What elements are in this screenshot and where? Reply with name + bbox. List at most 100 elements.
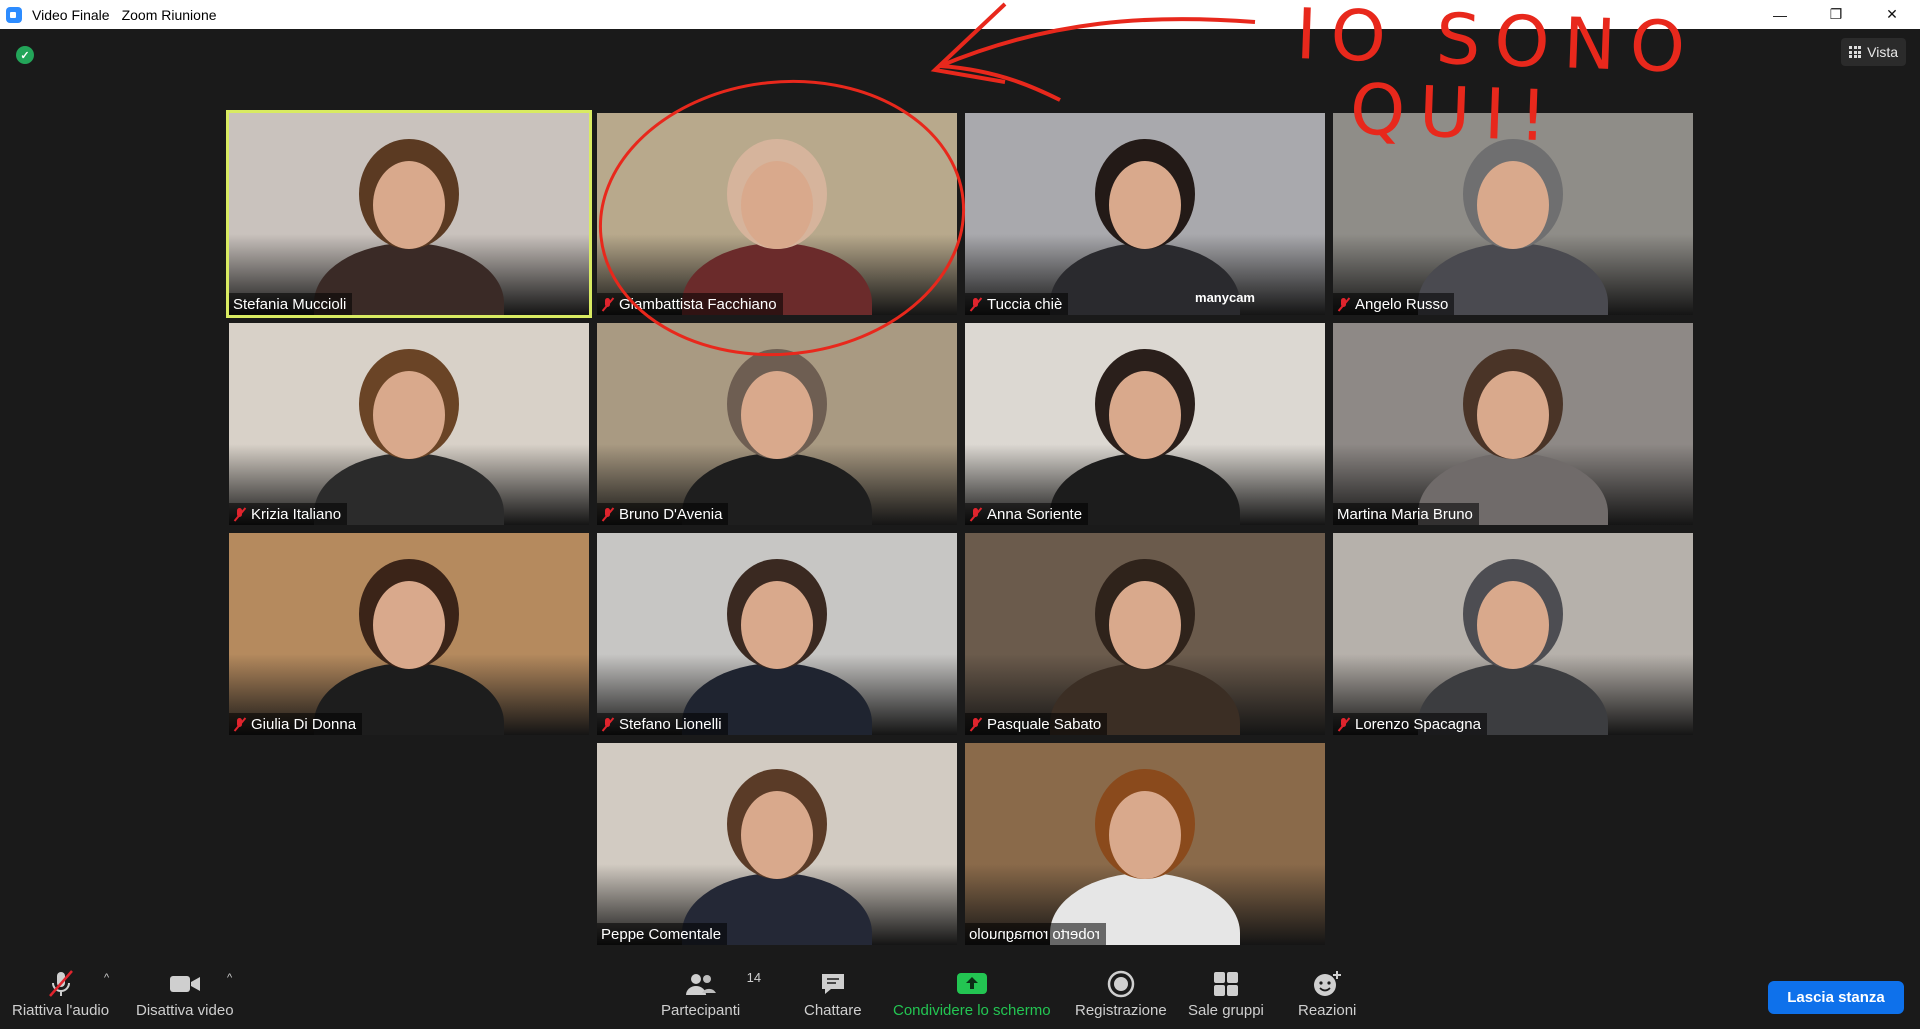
participant-face: [373, 581, 445, 669]
participant-name-tag: Stefania Muccioli: [229, 293, 353, 315]
record-icon: [1107, 968, 1135, 1000]
participant-name-tag: Anna Soriente: [965, 503, 1089, 525]
participant-face: [1477, 161, 1549, 249]
participant-name-tag: roberto romagnuolo: [965, 923, 1106, 945]
unmute-button[interactable]: Riattiva l'audio: [12, 968, 109, 1019]
participant-face: [1109, 791, 1181, 879]
chat-label: Chattare: [804, 1002, 862, 1019]
participant-video-tile[interactable]: Giambattista Facchiano: [597, 113, 957, 315]
reactions-label: Reazioni: [1298, 1002, 1357, 1019]
share-screen-button[interactable]: Condividere lo schermo: [893, 968, 1051, 1019]
video-options-caret-icon[interactable]: ^: [227, 972, 232, 984]
muted-mic-icon: [601, 717, 614, 732]
participant-video-tile[interactable]: Krizia Italiano: [229, 323, 589, 525]
reactions-icon: [1312, 968, 1342, 1000]
participant-face: [373, 161, 445, 249]
muted-mic-icon: [1337, 717, 1350, 732]
participants-button[interactable]: 14 Partecipanti: [661, 968, 761, 1019]
encryption-shield-icon[interactable]: ✓: [16, 46, 34, 64]
audio-options-caret-icon[interactable]: ^: [104, 972, 109, 984]
record-button[interactable]: Registrazione: [1075, 968, 1167, 1019]
leave-meeting-button[interactable]: Lascia stanza: [1768, 981, 1904, 1014]
muted-mic-icon: [601, 507, 614, 522]
stop-video-button[interactable]: Disattiva video: [136, 968, 234, 1019]
record-label: Registrazione: [1075, 1002, 1167, 1019]
muted-mic-icon: [601, 297, 614, 312]
participant-name-tag: Martina Maria Bruno: [1333, 503, 1479, 525]
breakout-rooms-button[interactable]: Sale gruppi: [1188, 968, 1264, 1019]
participant-video-tile[interactable]: Pasquale Sabato: [965, 533, 1325, 735]
muted-mic-icon: [46, 968, 76, 1000]
minimize-button[interactable]: —: [1752, 0, 1808, 29]
unmute-label: Riattiva l'audio: [12, 1002, 110, 1019]
participants-icon: 14: [685, 968, 761, 1000]
muted-mic-icon: [233, 717, 246, 732]
participant-video-tile[interactable]: manycam Tuccia chiè: [965, 113, 1325, 315]
view-button[interactable]: Vista: [1841, 38, 1906, 66]
window-controls: — ❐ ✕: [1752, 0, 1920, 29]
participant-name-tag: Lorenzo Spacagna: [1333, 713, 1487, 735]
muted-mic-icon: [233, 507, 246, 522]
participant-name-tag: Giulia Di Donna: [229, 713, 363, 735]
participant-video-tile[interactable]: Peppe Comentale: [597, 743, 957, 945]
participant-name: Martina Maria Bruno: [1337, 505, 1473, 523]
participant-name: Lorenzo Spacagna: [1355, 715, 1481, 733]
participants-count: 14: [746, 970, 762, 985]
muted-mic-icon: [969, 297, 982, 312]
breakout-rooms-label: Sale gruppi: [1188, 1002, 1264, 1019]
participant-face: [741, 371, 813, 459]
participant-video-tile[interactable]: Stefano Lionelli: [597, 533, 957, 735]
participant-name-tag: Tuccia chiè: [965, 293, 1069, 315]
annotation-arrow-shaft: [939, 17, 1256, 102]
participant-video-tile[interactable]: Lorenzo Spacagna: [1333, 533, 1693, 735]
manycam-watermark: manycam: [1195, 290, 1255, 305]
participant-name: Pasquale Sabato: [987, 715, 1102, 733]
participant-name-tag: Pasquale Sabato: [965, 713, 1108, 735]
participant-face: [741, 581, 813, 669]
muted-mic-icon: [969, 717, 982, 732]
grid-icon: [1849, 46, 1862, 58]
view-button-label: Vista: [1867, 44, 1898, 60]
reactions-button[interactable]: Reazioni: [1298, 968, 1356, 1019]
zoom-logo-icon: [6, 6, 22, 23]
participant-video-tile[interactable]: Anna Soriente: [965, 323, 1325, 525]
participant-name-tag: Krizia Italiano: [229, 503, 348, 525]
participant-video-tile[interactable]: Bruno D'Avenia: [597, 323, 957, 525]
participant-face: [1109, 581, 1181, 669]
participant-name-tag: Bruno D'Avenia: [597, 503, 729, 525]
participant-face: [741, 161, 813, 249]
annotation-text-line2: QUI!: [1348, 68, 1563, 158]
participant-name: Stefania Muccioli: [233, 295, 347, 313]
participant-face: [1109, 161, 1181, 249]
participant-video-tile[interactable]: Stefania Muccioli: [226, 110, 592, 318]
restore-button[interactable]: ❐: [1808, 0, 1864, 29]
participant-name: Angelo Russo: [1355, 295, 1449, 313]
participant-name: Bruno D'Avenia: [619, 505, 723, 523]
participant-face: [1477, 371, 1549, 459]
participant-video-tile[interactable]: roberto romagnuolo: [965, 743, 1325, 945]
window-title: Video Finale: [32, 6, 110, 23]
close-button[interactable]: ✕: [1864, 0, 1920, 29]
participant-name: Anna Soriente: [987, 505, 1083, 523]
participant-name: Krizia Italiano: [251, 505, 342, 523]
share-screen-label: Condividere lo schermo: [893, 1002, 1051, 1019]
chat-button[interactable]: Chattare: [804, 968, 862, 1019]
participant-video-tile[interactable]: Martina Maria Bruno: [1333, 323, 1693, 525]
app-name: Zoom Riunione: [121, 6, 217, 23]
video-camera-icon: [168, 968, 202, 1000]
chat-bubble-icon: [819, 968, 847, 1000]
participant-name: Tuccia chiè: [987, 295, 1063, 313]
participant-name: Peppe Comentale: [601, 925, 722, 943]
meeting-toolbar: Riattiva l'audio ^ Disattiva video ^ 14 …: [0, 960, 1920, 1029]
participant-name-tag: Peppe Comentale: [597, 923, 728, 945]
participant-name: Giambattista Facchiano: [619, 295, 777, 313]
muted-mic-icon: [1337, 297, 1350, 312]
participant-face: [373, 371, 445, 459]
participant-name-tag: Giambattista Facchiano: [597, 293, 783, 315]
participant-face: [1477, 581, 1549, 669]
participant-name: roberto romagnuolo: [969, 925, 1100, 943]
participant-face: [1109, 371, 1181, 459]
stop-video-label: Disattiva video: [136, 1002, 234, 1019]
participant-name-tag: Angelo Russo: [1333, 293, 1455, 315]
participant-video-tile[interactable]: Giulia Di Donna: [229, 533, 589, 735]
